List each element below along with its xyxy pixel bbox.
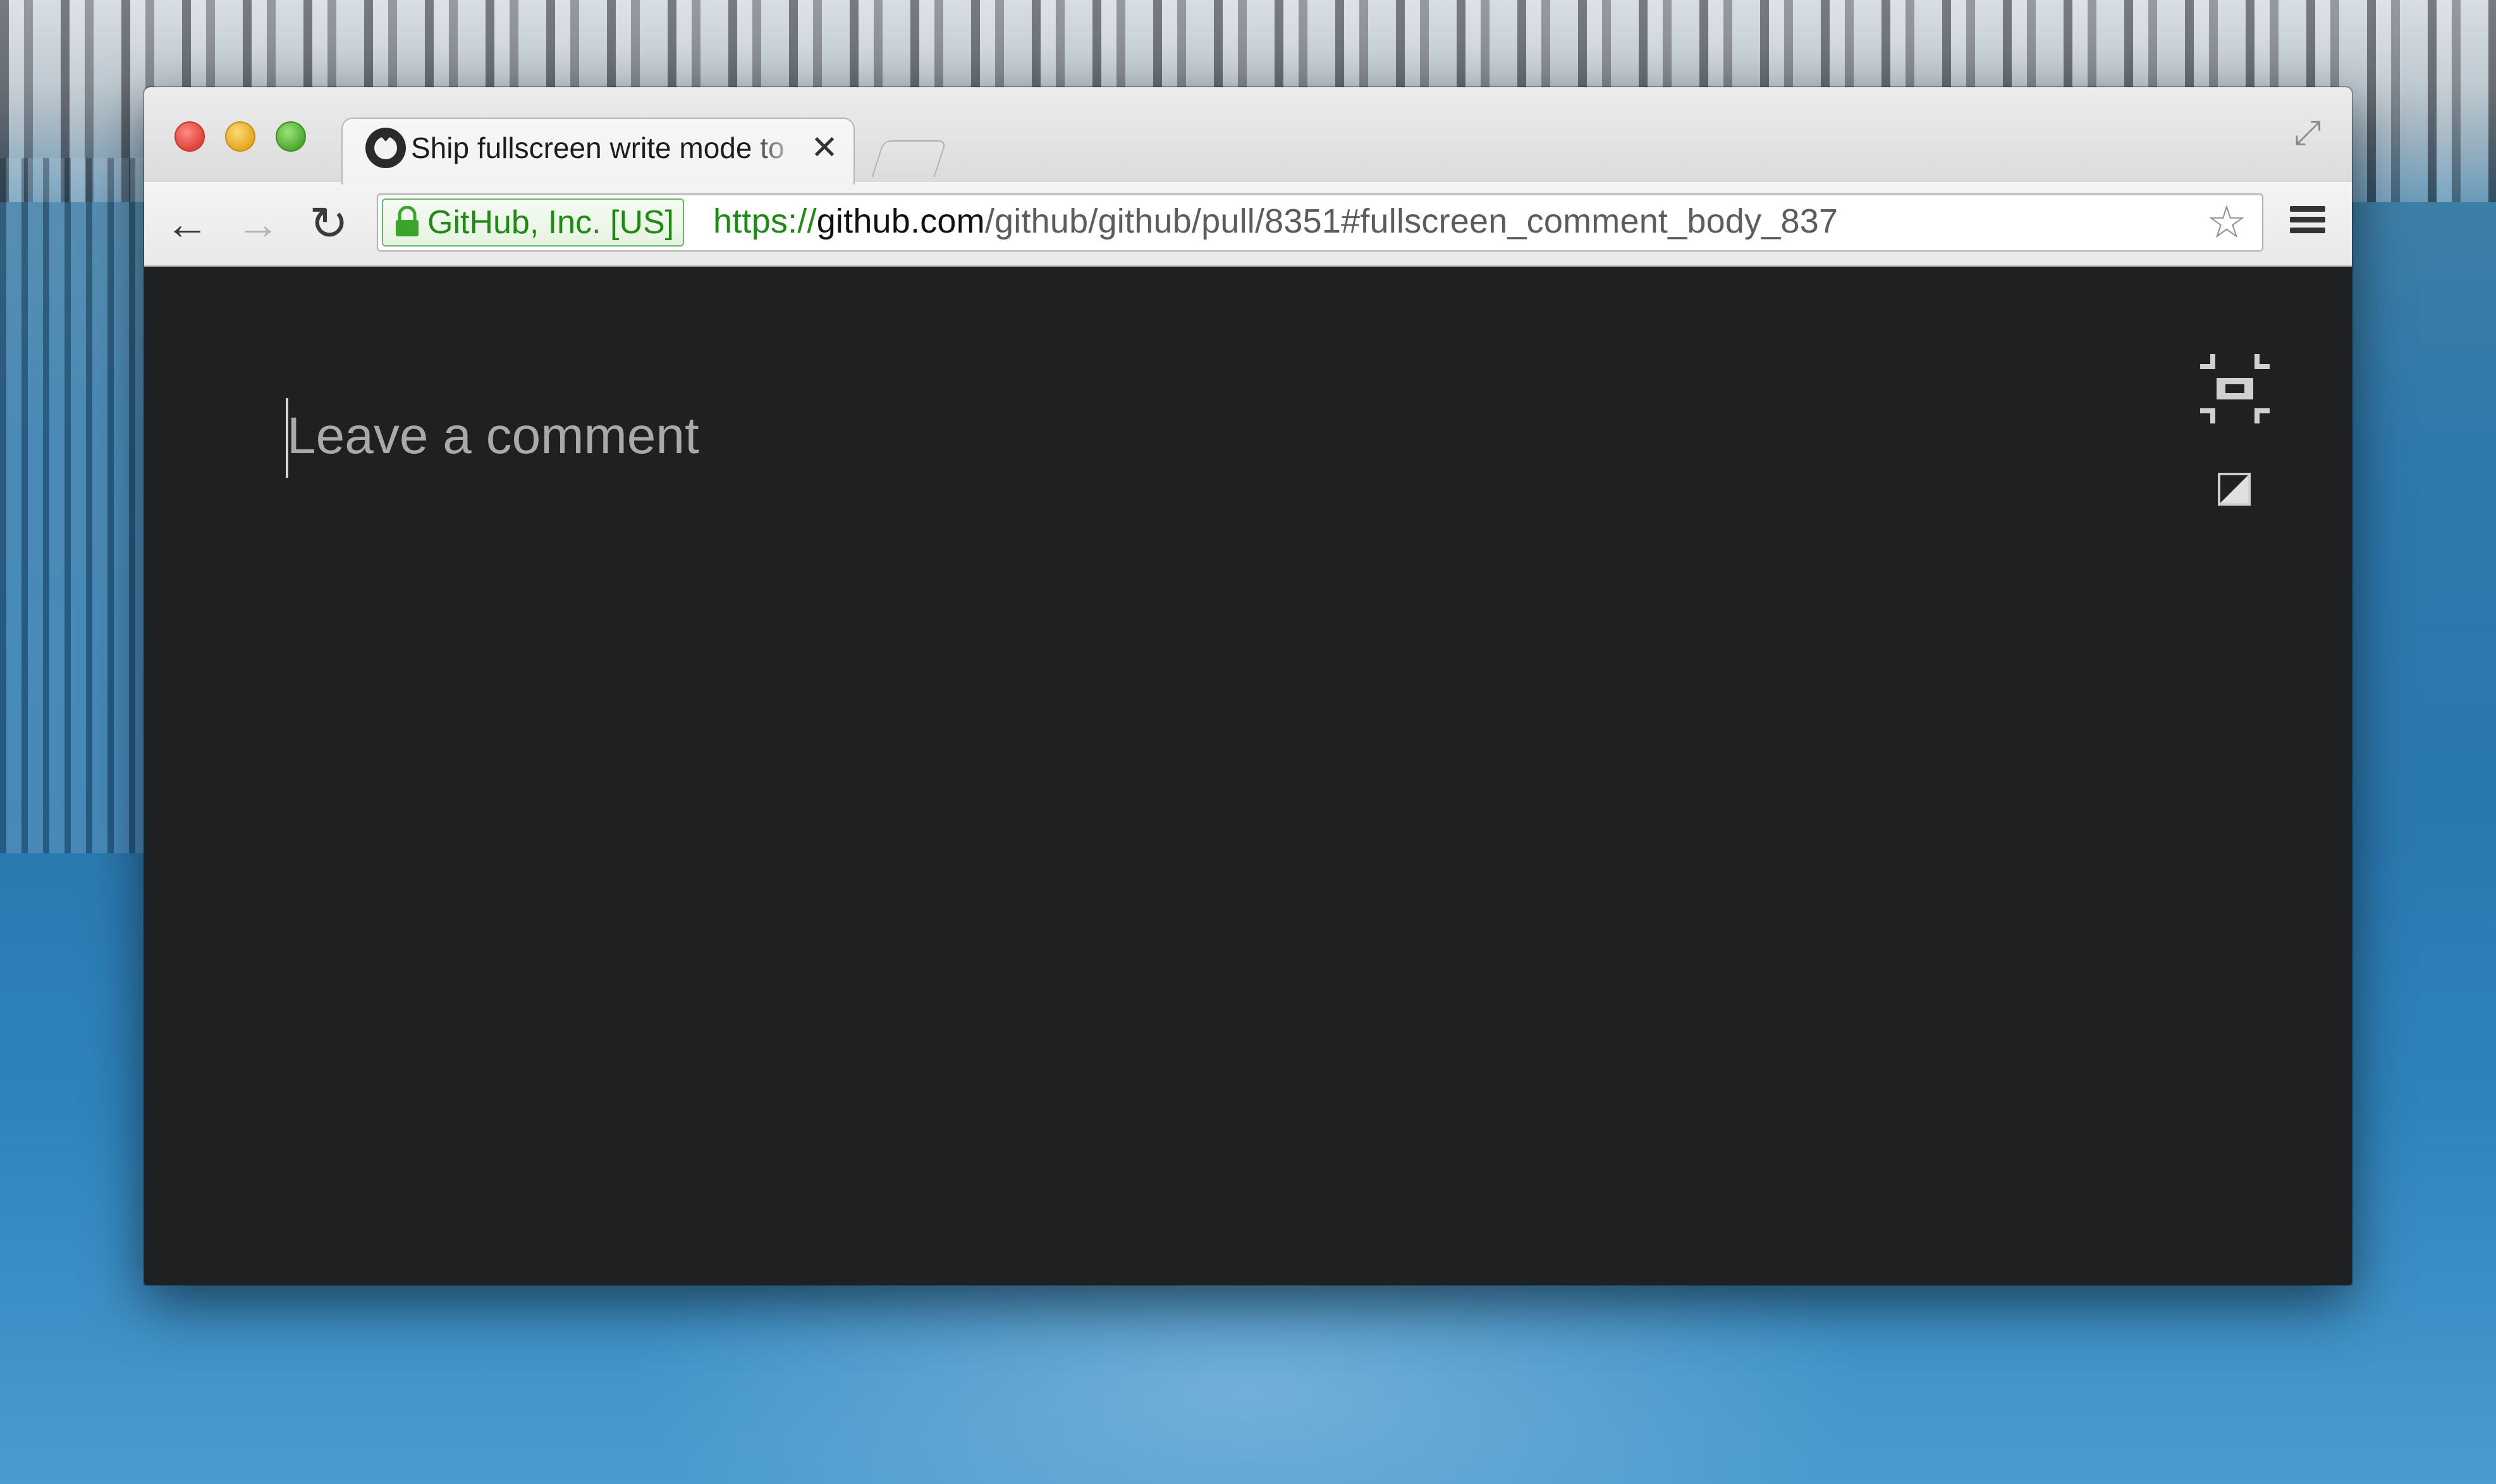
- reload-button[interactable]: ↻: [302, 197, 355, 250]
- url-path: /github/github/pull/8351#fullscreen_comm…: [984, 202, 1838, 240]
- browser-window: [144, 87, 2352, 1285]
- url-scheme: https://: [713, 202, 817, 240]
- comment-placeholder: Leave a comment: [287, 407, 699, 465]
- zoom-window-button[interactable]: [276, 121, 306, 152]
- new-tab-button[interactable]: [871, 140, 947, 177]
- browser-menu-icon[interactable]: [2287, 201, 2328, 241]
- lock-icon: [396, 206, 419, 236]
- tab-close-icon[interactable]: ✕: [807, 129, 842, 167]
- url-host: github.com: [816, 202, 985, 240]
- ev-certificate-badge[interactable]: GitHub, Inc. [US]: [382, 198, 685, 246]
- close-window-button[interactable]: [174, 121, 205, 152]
- url-text[interactable]: https://github.com/github/github/pull/83…: [713, 198, 1838, 244]
- forward-button[interactable]: →: [231, 197, 284, 250]
- github-octocat-icon: [365, 128, 406, 168]
- back-button[interactable]: ←: [161, 197, 214, 250]
- exit-fullscreen-icon[interactable]: [2198, 351, 2272, 426]
- bookmark-star-icon[interactable]: ☆: [2203, 198, 2251, 246]
- text-caret: [286, 398, 288, 478]
- minimize-window-button[interactable]: [225, 121, 255, 152]
- fullscreen-toggle-icon[interactable]: ⤢: [2289, 114, 2327, 152]
- tab-title: Ship fullscreen write mode to: [411, 131, 785, 164]
- desktop-wallpaper-left: [0, 158, 152, 853]
- theme-toggle-icon[interactable]: [2218, 473, 2251, 506]
